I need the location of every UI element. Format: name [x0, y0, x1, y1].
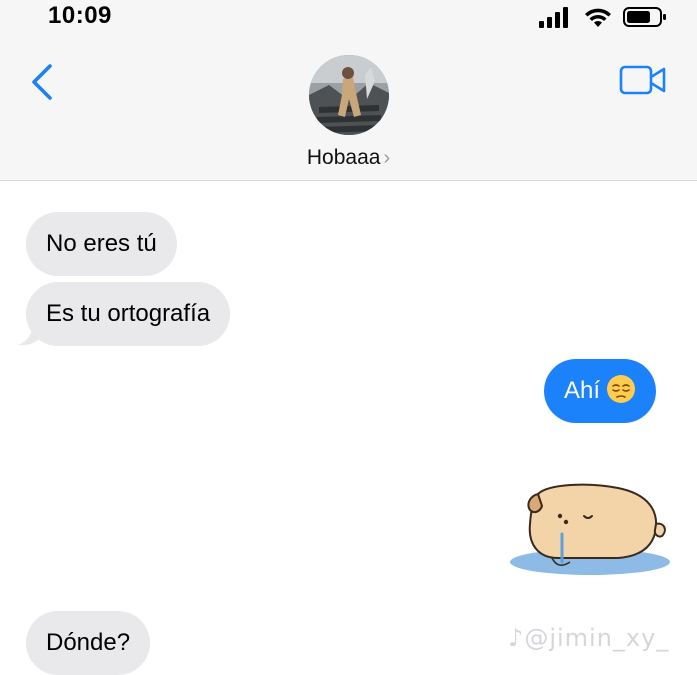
message-text: Dónde?	[46, 629, 131, 656]
wifi-icon	[585, 8, 611, 27]
message-text: No eres tú	[46, 230, 157, 257]
status-time: 10:09	[48, 2, 112, 29]
message-text: Ahí	[564, 377, 601, 404]
watermark-text: @jimin_xy_	[524, 624, 670, 652]
conversation-header: 10:09 Hobaaa ›	[0, 0, 697, 181]
contact-name-button[interactable]: Hobaaa ›	[0, 146, 697, 170]
back-chevron-icon[interactable]	[28, 62, 56, 102]
message-bubble-incoming[interactable]: Es tu ortografía	[26, 282, 231, 346]
contact-avatar[interactable]	[309, 55, 389, 135]
status-icons	[539, 6, 667, 28]
pensive-face-emoji	[607, 375, 636, 403]
chevron-right-icon: ›	[383, 147, 391, 169]
video-camera-icon[interactable]	[619, 64, 667, 96]
message-bubble-incoming[interactable]: Dónde?	[26, 611, 151, 675]
contact-name: Hobaaa	[306, 146, 381, 169]
bubble-tail-incoming	[18, 326, 40, 346]
message-bubble-outgoing[interactable]: Ahí	[544, 359, 657, 423]
tiktok-icon: ♪	[508, 624, 525, 652]
message-text: Es tu ortografía	[46, 300, 211, 327]
sleeping-dog-sticker[interactable]	[508, 478, 673, 578]
cellular-signal-icon	[539, 7, 568, 28]
avatar-image	[309, 55, 389, 135]
message-bubble-incoming[interactable]: No eres tú	[26, 212, 177, 276]
battery-icon	[623, 7, 666, 27]
watermark: ♪@jimin_xy_	[508, 624, 669, 652]
